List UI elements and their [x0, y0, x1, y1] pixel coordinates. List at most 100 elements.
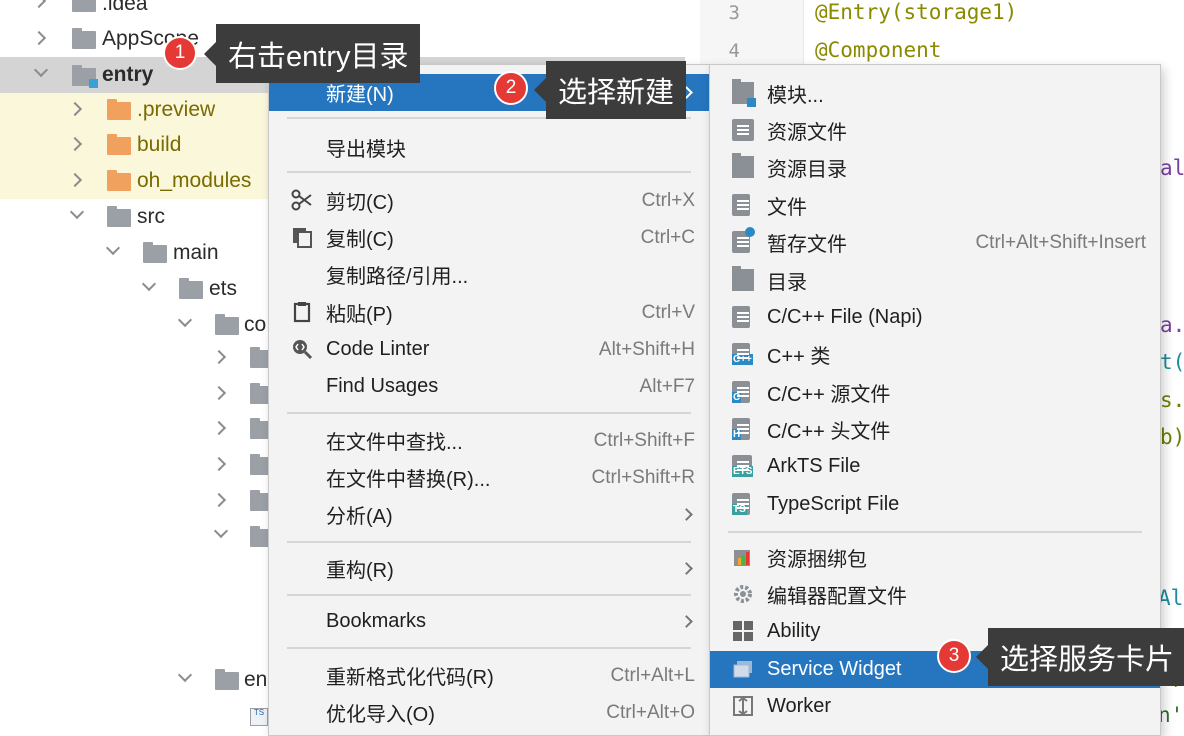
code-fragment: Al — [1158, 586, 1184, 610]
folder-icon — [72, 28, 96, 49]
chevron-down-icon[interactable] — [69, 204, 85, 220]
folder-icon — [179, 278, 203, 299]
menu-item-analyze[interactable]: 分析(A) — [269, 496, 709, 533]
menu-item-paste[interactable]: 粘贴(P) Ctrl+V — [269, 294, 709, 331]
submenu-item-scratch-file[interactable]: 暂存文件 Ctrl+Alt+Shift+Insert — [710, 224, 1160, 261]
chevron-down-icon[interactable] — [213, 523, 229, 539]
menu-item-replace-in-files[interactable]: 在文件中替换(R)... Ctrl+Shift+R — [269, 459, 709, 496]
context-menu: 新建(N) 导出模块 剪切(C) Ctrl+X 复制(C) Ctrl+C 复制路… — [268, 64, 710, 736]
tree-item-preview[interactable]: .preview — [137, 92, 215, 128]
code-line[interactable]: @Component — [815, 38, 941, 62]
code-fragment: n' — [1158, 703, 1184, 727]
tree-item-entry[interactable]: entry — [102, 57, 153, 93]
menu-item-copy[interactable]: 复制(C) Ctrl+C — [269, 219, 709, 256]
chevron-right-icon[interactable] — [31, 30, 47, 46]
paste-icon — [293, 302, 311, 323]
service-widget-icon — [733, 661, 752, 678]
folder-icon — [732, 266, 754, 291]
submenu-item-resource-file[interactable]: 资源文件 — [710, 112, 1160, 149]
file-icon — [732, 194, 750, 216]
tree-item-build[interactable]: build — [137, 127, 181, 163]
code-fragment: t( — [1160, 350, 1184, 374]
step-badge-1: 1 — [163, 36, 197, 70]
menu-item-find-usages[interactable]: Find Usages Alt+F7 — [269, 368, 709, 405]
submenu-item-module[interactable]: 模块... — [710, 75, 1160, 112]
tree-item-oh-modules[interactable]: oh_modules — [137, 163, 251, 199]
chevron-right-icon[interactable] — [211, 349, 227, 365]
folder-icon — [107, 206, 131, 227]
code-line[interactable]: @Entry(storage1) — [815, 0, 1017, 24]
submenu-item-typescript-file[interactable]: TS TypeScript File — [710, 486, 1160, 523]
chevron-right-icon — [680, 508, 693, 521]
ability-icon — [733, 621, 753, 641]
menu-separator — [287, 412, 691, 414]
folder-icon — [250, 490, 270, 511]
tree-item-co[interactable]: co — [244, 307, 266, 343]
menu-item-reformat-code[interactable]: 重新格式化代码(R) Ctrl+Alt+L — [269, 657, 709, 694]
chevron-right-icon[interactable] — [211, 420, 227, 436]
tree-item-idea[interactable]: .idea — [102, 0, 148, 22]
menu-item-find-in-files[interactable]: 在文件中查找... Ctrl+Shift+F — [269, 422, 709, 459]
ts-file-icon: TS — [250, 708, 268, 726]
submenu-item-cpp-class[interactable]: C++ C++ 类 — [710, 336, 1160, 373]
chevron-right-icon[interactable] — [211, 492, 227, 508]
folder-icon — [143, 242, 167, 263]
module-folder-icon — [72, 65, 98, 88]
chevron-down-icon[interactable] — [141, 276, 157, 292]
submenu-item-directory[interactable]: 目录 — [710, 262, 1160, 299]
code-fragment: s. — [1160, 388, 1184, 412]
submenu-item-editorconfig[interactable]: 编辑器配置文件 — [710, 576, 1160, 613]
folder-orange-icon — [107, 99, 131, 120]
line-number: 4 — [728, 40, 740, 62]
folder-icon — [215, 669, 239, 690]
chevron-down-icon[interactable] — [105, 240, 121, 256]
folder-icon — [250, 526, 270, 547]
scratch-file-icon — [732, 227, 755, 253]
menu-separator — [287, 171, 691, 173]
submenu-item-file[interactable]: 文件 — [710, 187, 1160, 224]
submenu-item-cpp-source[interactable]: C C/C++ 源文件 — [710, 374, 1160, 411]
menu-item-copy-path[interactable]: 复制路径/引用... — [269, 256, 709, 293]
menu-item-refactor[interactable]: 重构(R) — [269, 550, 709, 587]
folder-icon — [215, 314, 239, 335]
menu-item-optimize-imports[interactable]: 优化导入(O) Ctrl+Alt+O — [269, 694, 709, 731]
menu-item-code-linter[interactable]: Code Linter Alt+Shift+H — [269, 331, 709, 368]
menu-separator — [287, 594, 691, 596]
menu-item-bookmarks[interactable]: Bookmarks — [269, 603, 709, 640]
chevron-right-icon[interactable] — [211, 456, 227, 472]
tree-item-en[interactable]: en — [244, 662, 267, 698]
folder-icon — [250, 418, 270, 439]
worker-icon — [733, 696, 753, 716]
chevron-right-icon[interactable] — [211, 385, 227, 401]
chevron-right-icon — [680, 562, 693, 575]
submenu-item-worker[interactable]: Worker — [710, 688, 1160, 725]
menu-item-cut[interactable]: 剪切(C) Ctrl+X — [269, 182, 709, 219]
submenu-item-resource-bundle[interactable]: 资源捆绑包 — [710, 539, 1160, 576]
typescript-file-icon: TS — [732, 493, 750, 515]
tree-item-ets[interactable]: ets — [209, 271, 237, 307]
menu-separator — [287, 541, 691, 543]
folder-icon — [72, 0, 96, 12]
folder-icon — [732, 153, 754, 178]
code-linter-icon — [293, 340, 313, 360]
tree-item-main[interactable]: main — [173, 235, 219, 271]
code-fragment: b) — [1160, 425, 1184, 449]
chevron-right-icon — [680, 615, 693, 628]
c-header-icon: H — [732, 418, 750, 440]
resource-bundle-icon — [734, 550, 750, 566]
folder-icon — [250, 347, 270, 368]
folder-orange-icon — [107, 134, 131, 155]
chevron-down-icon[interactable] — [177, 312, 193, 328]
submenu-item-cpp-header[interactable]: H C/C++ 头文件 — [710, 411, 1160, 448]
chevron-down-icon[interactable] — [177, 667, 193, 683]
tree-item-src[interactable]: src — [137, 199, 165, 235]
folder-icon — [250, 454, 270, 475]
menu-item-export-module[interactable]: 导出模块 — [269, 129, 709, 166]
submenu-item-cpp-napi[interactable]: C/C++ File (Napi) — [710, 299, 1160, 336]
menu-separator — [728, 531, 1142, 533]
code-fragment: a. — [1160, 313, 1184, 337]
chevron-right-icon[interactable] — [31, 0, 47, 9]
submenu-item-resource-directory[interactable]: 资源目录 — [710, 149, 1160, 186]
cpp-class-icon: C++ — [732, 343, 753, 365]
submenu-item-arkts-file[interactable]: ETS ArkTS File — [710, 448, 1160, 485]
